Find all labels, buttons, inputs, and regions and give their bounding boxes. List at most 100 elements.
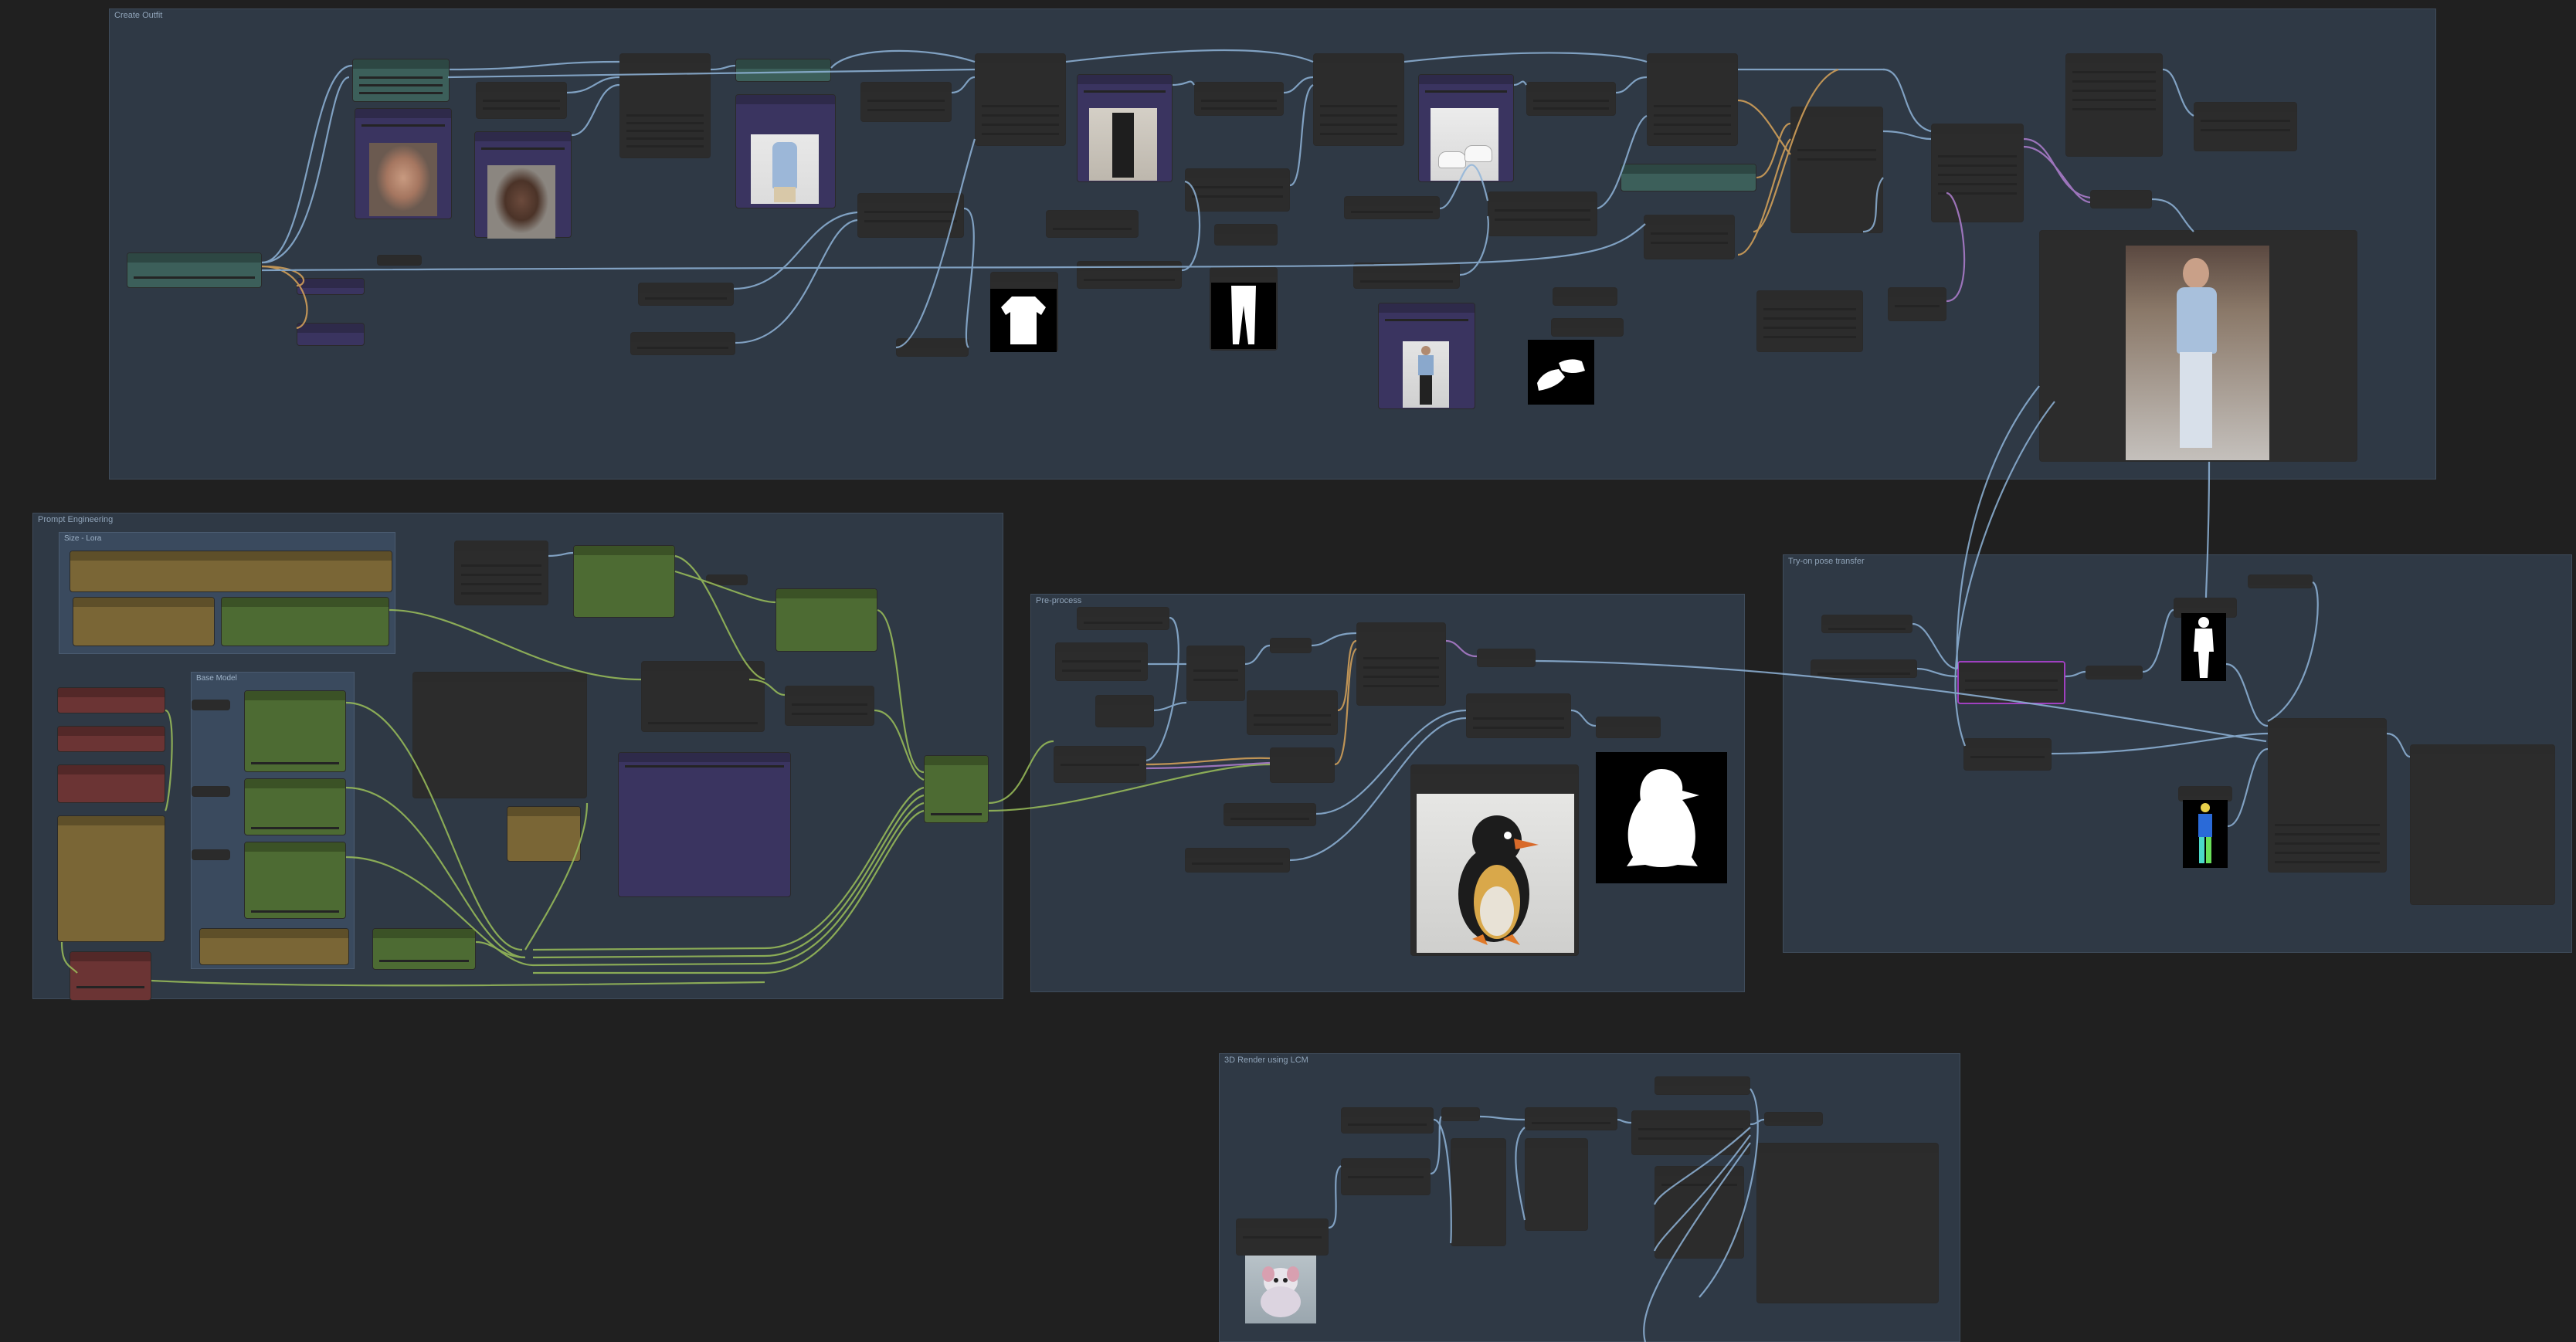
node-small[interactable] xyxy=(1214,224,1278,246)
node-small[interactable] xyxy=(1236,1218,1329,1256)
node-checkpoint[interactable] xyxy=(454,541,548,605)
node-small[interactable] xyxy=(2086,666,2143,679)
node-lora-b[interactable] xyxy=(221,597,389,646)
node-prompt[interactable] xyxy=(641,661,765,732)
node-model-green[interactable] xyxy=(244,778,346,835)
node-selected[interactable] xyxy=(1957,661,2065,704)
node-small[interactable] xyxy=(1466,693,1571,738)
node-green[interactable] xyxy=(372,928,476,970)
node-brown[interactable] xyxy=(199,928,349,965)
node-small[interactable] xyxy=(1270,747,1335,783)
node-small[interactable] xyxy=(1224,803,1316,826)
node-small[interactable] xyxy=(1764,1112,1823,1126)
node-small[interactable] xyxy=(1525,1138,1588,1231)
node-prompt[interactable] xyxy=(785,686,874,726)
node-prompt[interactable] xyxy=(1644,215,1735,259)
node-brown[interactable] xyxy=(507,806,581,862)
node-prompt[interactable] xyxy=(857,193,964,238)
node-prompt[interactable] xyxy=(476,82,567,119)
node-small[interactable] xyxy=(1963,738,2052,771)
node-big[interactable] xyxy=(2268,718,2387,873)
node-neg[interactable] xyxy=(57,726,165,752)
node-big[interactable] xyxy=(1356,622,1446,706)
node-loader[interactable] xyxy=(127,252,262,288)
node-small[interactable] xyxy=(1054,746,1146,783)
node-small[interactable] xyxy=(1341,1158,1431,1195)
node-small[interactable] xyxy=(2178,786,2232,801)
workflow-canvas[interactable]: Create Outfit Prompt Engineering Size - … xyxy=(0,0,2576,1342)
node-header[interactable] xyxy=(735,59,831,82)
node-prompt-green[interactable] xyxy=(776,588,877,652)
node-purple[interactable] xyxy=(618,752,791,897)
node-model-green[interactable] xyxy=(244,690,346,772)
node-small[interactable] xyxy=(1821,615,1912,633)
node-small[interactable] xyxy=(1441,1107,1480,1121)
node-small[interactable] xyxy=(192,700,230,710)
node-small[interactable] xyxy=(377,255,422,266)
node-preview[interactable] xyxy=(2410,744,2555,905)
node-preview[interactable] xyxy=(1756,1143,1939,1303)
node-encoder[interactable] xyxy=(1790,107,1883,233)
node-neg[interactable] xyxy=(70,951,151,1001)
node-encoder[interactable] xyxy=(2065,53,2163,157)
node-small[interactable] xyxy=(297,323,365,346)
node-small[interactable] xyxy=(1655,1166,1744,1259)
node-small[interactable] xyxy=(1095,695,1154,727)
node-header[interactable] xyxy=(1621,164,1756,191)
node-small[interactable] xyxy=(1553,287,1617,306)
node-small[interactable] xyxy=(1477,649,1536,667)
node-encoder[interactable] xyxy=(1313,53,1404,146)
node-small[interactable] xyxy=(2194,102,2297,151)
node-small[interactable] xyxy=(1525,1107,1617,1130)
node-small[interactable] xyxy=(2090,190,2152,208)
pose-map-icon xyxy=(2183,800,2228,868)
node-small[interactable] xyxy=(1077,261,1182,289)
node-header[interactable] xyxy=(352,59,450,102)
node-small[interactable] xyxy=(1756,290,1863,352)
node-prompt[interactable] xyxy=(1526,82,1616,116)
group-title: Prompt Engineering xyxy=(38,515,114,524)
node-encoder[interactable] xyxy=(1647,53,1738,146)
node-small[interactable] xyxy=(1451,1138,1506,1246)
node-prompt-green[interactable] xyxy=(573,545,675,618)
node-prompt[interactable] xyxy=(860,82,952,122)
node-small[interactable] xyxy=(706,574,748,585)
node-small[interactable] xyxy=(1186,646,1245,701)
node-encoder[interactable] xyxy=(619,53,711,158)
node-small[interactable] xyxy=(1888,287,1946,321)
node-small[interactable] xyxy=(1341,1107,1434,1134)
node-neg[interactable] xyxy=(57,764,165,803)
node-small[interactable] xyxy=(1046,210,1139,238)
node-big[interactable] xyxy=(412,672,587,798)
node-encoder[interactable] xyxy=(1931,124,2024,222)
node-lora-a[interactable] xyxy=(73,597,215,646)
node-small[interactable] xyxy=(1270,638,1312,653)
node-small[interactable] xyxy=(1488,191,1597,236)
node-prompt[interactable] xyxy=(1194,82,1284,116)
node-small[interactable] xyxy=(297,278,365,295)
node-small[interactable] xyxy=(1631,1110,1750,1155)
node-prompt[interactable] xyxy=(1185,168,1290,212)
node-small[interactable] xyxy=(1655,1076,1750,1095)
node-small[interactable] xyxy=(1353,263,1460,289)
node-small[interactable] xyxy=(1055,642,1148,681)
node-small[interactable] xyxy=(1247,690,1338,735)
node-neg[interactable] xyxy=(57,687,165,713)
node-small[interactable] xyxy=(1811,659,1917,678)
node-combine[interactable] xyxy=(924,755,989,823)
node-small[interactable] xyxy=(896,338,969,357)
node-small[interactable] xyxy=(1596,717,1661,738)
node-small[interactable] xyxy=(2248,574,2313,588)
node-small[interactable] xyxy=(192,786,230,797)
node-encoder[interactable] xyxy=(975,53,1066,146)
node-small[interactable] xyxy=(1551,318,1624,337)
node-small[interactable] xyxy=(630,332,735,355)
node-small[interactable] xyxy=(638,283,734,306)
node-small[interactable] xyxy=(1185,848,1290,873)
node-small[interactable] xyxy=(1077,607,1169,630)
node-small[interactable] xyxy=(192,849,230,860)
node-brown[interactable] xyxy=(57,815,165,942)
node-small[interactable] xyxy=(1344,196,1440,219)
node-model-green[interactable] xyxy=(244,842,346,919)
node-lora-text[interactable] xyxy=(70,551,392,592)
